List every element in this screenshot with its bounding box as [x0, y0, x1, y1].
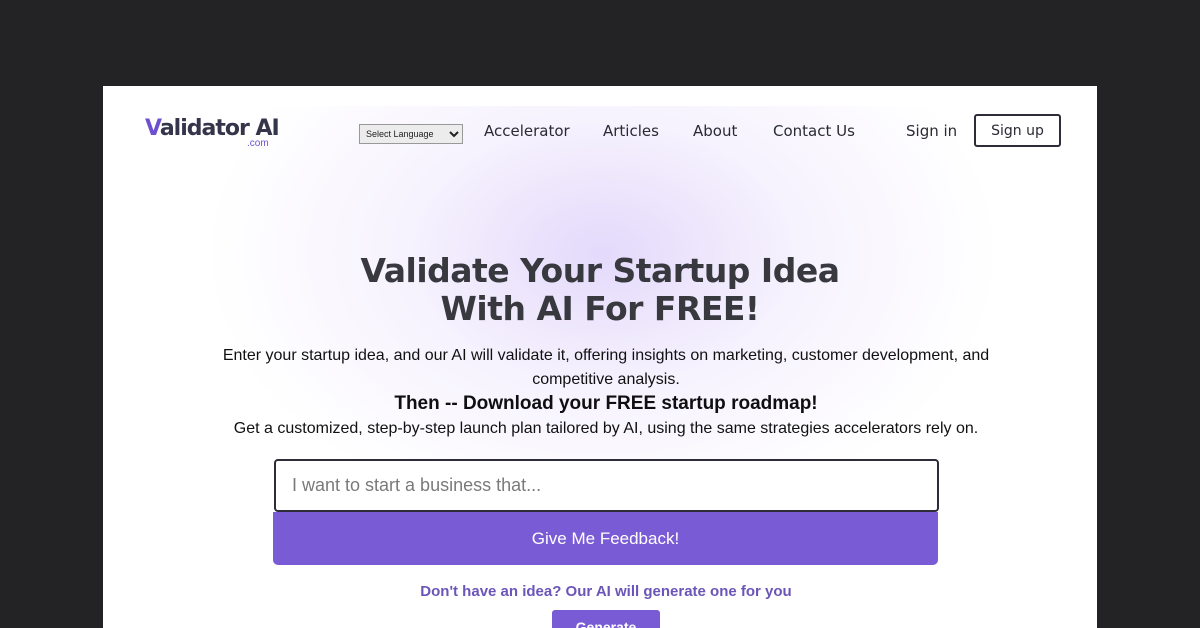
nav-link-about[interactable]: About: [693, 122, 737, 140]
roadmap-callout: Then -- Download your FREE startup roadm…: [394, 393, 818, 414]
headline-line-2: With AI For FREE!: [440, 289, 760, 328]
roadmap-description: Get a customized, step-by-step launch pl…: [233, 420, 979, 437]
give-feedback-button[interactable]: Give Me Feedback!: [273, 512, 938, 565]
nav-link-contact-us[interactable]: Contact Us: [773, 122, 855, 140]
language-select[interactable]: Select Language: [359, 124, 463, 144]
headline-line-1: Validate Your Startup Idea: [360, 251, 840, 290]
nav-link-articles[interactable]: Articles: [603, 122, 659, 140]
brand-domain: .com: [247, 138, 269, 149]
sign-up-button[interactable]: Sign up: [974, 114, 1061, 147]
landing-page: Validator AI .com Select Language Accele…: [103, 86, 1097, 628]
brand-initial: V: [145, 116, 161, 141]
hero-headline: Validate Your Startup Idea With AI For F…: [103, 252, 1097, 328]
top-nav: Validator AI .com Select Language Accele…: [103, 86, 1097, 176]
sign-in-link[interactable]: Sign in: [906, 122, 957, 140]
no-idea-prompt: Don't have an idea? Our AI will generate…: [420, 583, 792, 600]
startup-idea-input[interactable]: [274, 459, 939, 512]
hero-subtitle: Enter your startup idea, and our AI will…: [222, 347, 990, 388]
brand-logo[interactable]: Validator AI .com: [145, 116, 280, 156]
nav-link-accelerator[interactable]: Accelerator: [484, 122, 570, 140]
generate-button[interactable]: Generate: [552, 610, 660, 628]
